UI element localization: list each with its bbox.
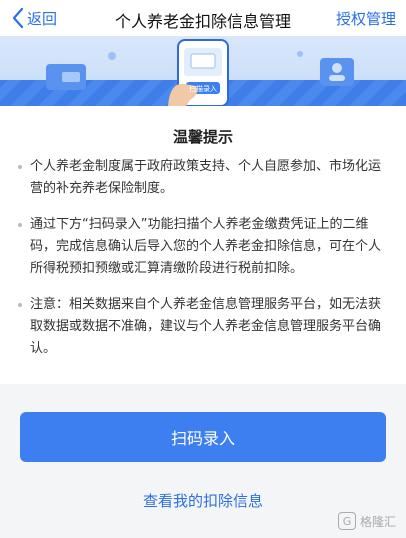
notice-paragraph-text: 通过下方“扫码录入”功能扫描个人养老金缴费凭证上的二维码，完成信息确认后导入您的… [30,217,382,276]
watermark-logo-icon: G [337,512,356,530]
bullet-dot [18,223,22,227]
chevron-left-icon [12,7,24,29]
notice-paragraph: 个人养老金制度属于政府政策支持、个人自愿参加、市场化运营的补充养老保险制度。 [18,156,390,200]
watermark: G 格隆汇 [337,512,396,530]
bullet-dot [18,165,22,169]
notice-title: 温馨提示 [172,128,233,146]
navigation-bar: 返回 个人养老金扣除信息管理 授权管理 [0,0,406,36]
notice-paragraph: 注意：相关数据来自个人养老金信息管理服务平台，如无法获取数据或数据不准确，建议与… [18,294,390,360]
back-button[interactable]: 返回 [12,7,57,29]
notice-paragraph-text: 个人养老金制度属于政府政策支持、个人自愿参加、市场化运营的补充养老保险制度。 [30,159,382,196]
phone-button-text: 扫描录入 [189,85,217,93]
scan-entry-button[interactable]: 扫码录入 [20,412,386,462]
banner-graphic [46,39,354,106]
notice-card: 温馨提示 个人养老金制度属于政府政策支持、个人自愿参加、市场化运营的补充养老保险… [0,106,406,384]
notice-paragraph: 通过下方“扫码录入”功能扫描个人养老金缴费凭证上的二维码，完成信息确认后导入您的… [18,214,390,280]
authorization-management-button[interactable]: 授权管理 [336,8,396,29]
notice-paragraph-text: 注意：相关数据来自个人养老金信息管理服务平台，如无法获取数据或数据不准确，建议与… [30,297,382,356]
bullet-dot [18,303,22,307]
back-label: 返回 [27,9,58,28]
watermark-text: 格隆汇 [359,514,396,529]
view-deduction-info-link[interactable]: 查看我的扣除信息 [0,490,406,511]
banner-illustration: 扫描录入 [0,36,406,106]
